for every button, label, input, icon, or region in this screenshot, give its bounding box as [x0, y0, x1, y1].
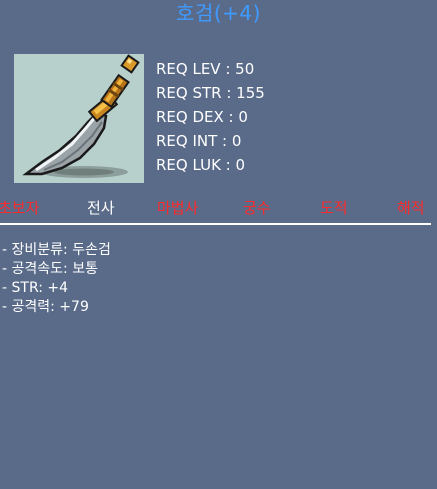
job-magician: 마법사 [157, 199, 199, 217]
sword-icon [22, 54, 140, 178]
job-thief: 도적 [320, 199, 348, 217]
req-int: REQ INT : 0 [156, 132, 242, 150]
stat-attack: - 공격력: +79 [2, 299, 89, 315]
job-bowman: 궁수 [243, 199, 271, 217]
job-pirate: 해적 [397, 199, 425, 217]
item-icon-frame [14, 54, 144, 183]
divider [0, 223, 431, 225]
stat-equip-type: - 장비분류: 두손검 [2, 242, 111, 258]
req-luk: REQ LUK : 0 [156, 156, 246, 174]
item-stats: - 장비분류: 두손검 - 공격속도: 보통 - STR: +4 - 공격력: … [2, 241, 111, 317]
stat-str: - STR: +4 [2, 280, 69, 296]
job-list: 초보자 전사 마법사 궁수 도적 해적 [0, 197, 437, 219]
job-beginner: 초보자 [0, 199, 40, 217]
req-dex: REQ DEX : 0 [156, 108, 248, 126]
stat-attack-speed: - 공격속도: 보통 [2, 261, 98, 277]
job-warrior: 전사 [87, 199, 115, 217]
req-str: REQ STR : 155 [156, 84, 265, 102]
item-name: 호검(+4) [176, 1, 261, 25]
req-level: REQ LEV : 50 [156, 60, 255, 78]
requirements-list: REQ LEV : 50 REQ STR : 155 REQ DEX : 0 R… [156, 57, 265, 177]
